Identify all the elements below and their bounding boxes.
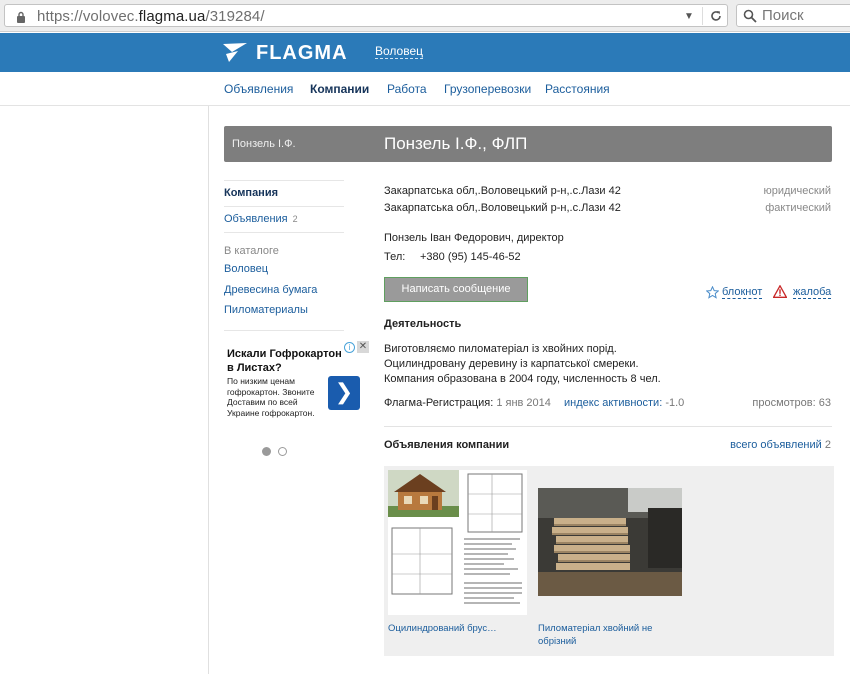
carousel-dot-active[interactable] bbox=[262, 447, 271, 456]
url-dropdown-icon[interactable]: ▼ bbox=[679, 9, 699, 25]
flagma-logo-text[interactable]: FLAGMA bbox=[256, 42, 348, 65]
section-divider bbox=[384, 426, 832, 427]
search-placeholder: Поиск bbox=[762, 7, 804, 24]
phone-number[interactable]: +380 (95) 145-46-52 bbox=[420, 251, 521, 263]
nav-item-distances[interactable]: Расстояния bbox=[545, 82, 610, 96]
city-selector[interactable]: Воловец bbox=[375, 45, 424, 59]
sidebar-divider bbox=[224, 330, 344, 331]
catalog-item-wood-paper[interactable]: Древесина бумага bbox=[224, 284, 317, 296]
url-text: https://volovec.flagma.ua/319284/ bbox=[37, 8, 265, 25]
browser-search-input[interactable]: Поиск bbox=[736, 4, 850, 27]
views-count: просмотров: 63 bbox=[752, 397, 831, 409]
activity-line: Оцилиндровану деревину із карпатської см… bbox=[384, 358, 639, 370]
listing-caption[interactable]: Оцилиндрований брус… bbox=[388, 622, 528, 635]
catalog-item-lumber[interactable]: Пиломатериалы bbox=[224, 304, 308, 316]
activity-heading: Деятельность bbox=[384, 318, 462, 330]
nav-item-ads[interactable]: Объявления bbox=[224, 82, 293, 96]
address-actual: Закарпатська обл,.Воловецький р-н,.с.Лаз… bbox=[384, 202, 621, 214]
complaint-link[interactable]: жалоба bbox=[793, 287, 832, 299]
activity-line: Компания образована в 2004 году, численн… bbox=[384, 373, 661, 385]
company-short-name: Понзель І.Ф. bbox=[232, 138, 296, 150]
ad-arrow-button[interactable]: ❯ bbox=[328, 376, 360, 410]
activity-index: индекс активности: -1.0 bbox=[564, 397, 685, 409]
sidebar-ads-count: 2 bbox=[292, 214, 298, 224]
lock-icon bbox=[17, 11, 25, 23]
log-house-plan-image bbox=[388, 470, 527, 615]
company-title-bar: Понзель І.Ф. Понзель І.Ф., ФЛП bbox=[224, 126, 832, 162]
reload-button[interactable] bbox=[702, 7, 726, 25]
sidebar-item-ads[interactable]: Объявления 2 bbox=[224, 213, 298, 225]
listings-heading: Объявления компании bbox=[384, 439, 510, 451]
all-listings-link[interactable]: всего объявлений 2 bbox=[730, 439, 831, 451]
main-nav: Объявления Компании Работа Грузоперевозк… bbox=[0, 72, 850, 106]
star-icon[interactable] bbox=[706, 286, 719, 299]
flagma-logo-icon[interactable] bbox=[223, 43, 247, 63]
registration-info: Флагма-Регистрация: 1 янв 2014 bbox=[384, 397, 551, 409]
page-divider bbox=[208, 106, 209, 674]
sidebar-divider bbox=[224, 180, 344, 181]
listing-image[interactable] bbox=[538, 488, 682, 596]
ad-info-icon[interactable]: i bbox=[344, 342, 355, 353]
warning-icon[interactable] bbox=[773, 285, 787, 298]
ad-text[interactable]: По низким ценам гофрокартон. Звоните Дос… bbox=[227, 376, 327, 418]
sidebar-divider bbox=[224, 232, 344, 233]
address-legal: Закарпатська обл,.Воловецький р-н,.с.Лаз… bbox=[384, 185, 621, 197]
contact-person: Понзель Іван Федорович, директор bbox=[384, 232, 564, 244]
listing-image[interactable] bbox=[388, 470, 527, 615]
url-bar[interactable]: https://volovec.flagma.ua/319284/ ▼ bbox=[4, 4, 728, 27]
notebook-link[interactable]: блокнот bbox=[722, 287, 763, 299]
address-actual-type: фактический bbox=[765, 202, 831, 214]
activity-line: Виготовляємо пиломатеріал із хвойних пор… bbox=[384, 343, 617, 355]
nav-item-jobs[interactable]: Работа bbox=[387, 82, 427, 96]
browser-toolbar: https://volovec.flagma.ua/319284/ ▼ Поис… bbox=[0, 0, 850, 32]
site-header: FLAGMA Воловец bbox=[0, 33, 850, 72]
sidebar-item-ads-label: Объявления bbox=[224, 213, 288, 225]
lumber-stack-image bbox=[538, 488, 682, 596]
listing-caption[interactable]: Пиломатеріал хвойний не обрізний bbox=[538, 622, 678, 648]
address-legal-type: юридический bbox=[763, 185, 831, 197]
nav-item-companies[interactable]: Компании bbox=[310, 82, 369, 96]
ad-close-icon[interactable]: ✕ bbox=[357, 341, 369, 353]
sidebar-ad[interactable]: Искали Гофрокартон в Листах? По низким ц… bbox=[224, 340, 369, 430]
company-listings: Оцилиндрований брус… Пиломатеріал хвойни… bbox=[384, 466, 834, 656]
phone-label: Тел: bbox=[384, 251, 406, 263]
catalog-item-volovets[interactable]: Воловец bbox=[224, 263, 268, 275]
ad-title[interactable]: Искали Гофрокартон в Листах? bbox=[227, 347, 345, 375]
reload-icon bbox=[711, 11, 721, 21]
catalog-label: В каталоге bbox=[224, 245, 279, 257]
activity-index-link[interactable]: индекс активности: bbox=[564, 397, 662, 409]
company-title: Понзель І.Ф., ФЛП bbox=[384, 134, 528, 153]
nav-item-freight[interactable]: Грузоперевозки bbox=[444, 82, 531, 96]
write-message-button[interactable]: Написать сообщение bbox=[384, 277, 528, 302]
search-icon bbox=[743, 9, 757, 23]
sidebar-divider bbox=[224, 206, 344, 207]
carousel-dot[interactable] bbox=[278, 447, 287, 456]
sidebar-item-company[interactable]: Компания bbox=[224, 187, 278, 199]
